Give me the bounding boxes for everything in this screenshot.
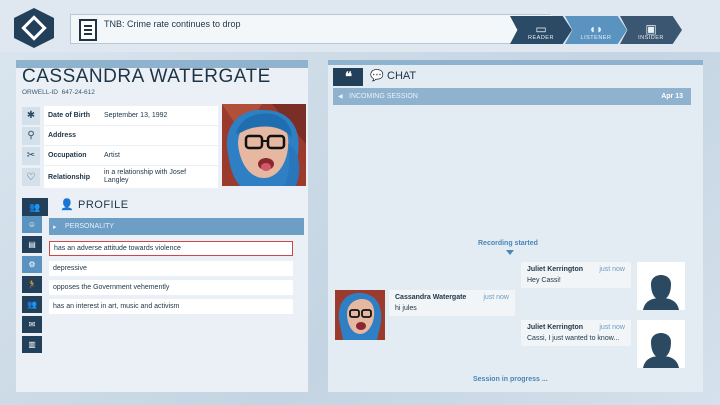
location-pin-icon: ⚲ (22, 126, 40, 145)
info-row-address[interactable]: ⚲ Address (22, 126, 218, 145)
profile-portrait[interactable] (222, 104, 306, 186)
group-icon[interactable]: 👥 (22, 296, 42, 313)
chat-panel-header-bar (328, 60, 703, 65)
session-status: Session in progress ... (473, 376, 548, 383)
chat-message[interactable]: Juliet Kerrington just now Hey Cassi! (521, 262, 631, 288)
chat-panel: ❝ 💬 CHAT INCOMING SESSION Apr 13 Recordi… (328, 60, 703, 392)
person-icon: 👤 (60, 199, 74, 211)
top-bar: TNB: Crime rate continues to drop ▭ READ… (0, 0, 720, 52)
avatar[interactable] (637, 262, 685, 310)
computer-icon: ▣ (645, 22, 657, 36)
gears-icon[interactable]: ⚙ (22, 256, 42, 273)
category-header-personality[interactable]: PERSONALITY (49, 218, 304, 235)
session-bar[interactable]: INCOMING SESSION Apr 13 (333, 88, 691, 105)
mode-reader-button[interactable]: ▭ READER (510, 16, 572, 44)
running-person-icon[interactable]: 🏃 (22, 276, 42, 293)
chat-message[interactable]: Cassandra Watergate just now hi jules (389, 290, 515, 316)
orwell-logo[interactable] (14, 8, 54, 48)
tools-icon: ✂ (22, 146, 40, 165)
profile-section-header: 👥 👤 PROFILE (16, 194, 308, 218)
trait-item[interactable]: depressive (49, 261, 293, 276)
trait-item[interactable]: opposes the Government vehemently (49, 280, 293, 295)
news-ticker[interactable]: TNB: Crime rate continues to drop (70, 14, 570, 44)
avatar[interactable] (335, 290, 385, 340)
people-icon[interactable]: 👥 (22, 198, 48, 216)
session-label: INCOMING SESSION (349, 93, 418, 100)
speech-icon[interactable]: ✉ (22, 316, 42, 333)
chat-bubble-icon: 💬 (370, 70, 384, 82)
book-icon: ▭ (535, 22, 547, 36)
document-icon[interactable]: ▥ (22, 336, 42, 353)
info-row-dob[interactable]: ✱ Date of Birth September 13, 1992 (22, 106, 218, 125)
mode-insider-button[interactable]: ▣ INSIDER (620, 16, 682, 44)
recording-arrow-icon (506, 250, 514, 255)
asterisk-icon: ✱ (22, 106, 40, 125)
headphones-icon: ◖◗ (588, 22, 604, 36)
info-row-relationship[interactable]: ♡ Relationship in a relationship with Jos… (22, 166, 218, 188)
quote-icon[interactable]: ❝ (333, 68, 363, 86)
recording-status: Recording started (478, 240, 538, 247)
orwell-id: ORWELL-ID 647-24-612 (22, 89, 95, 96)
chat-title: CHAT (387, 70, 417, 82)
news-headline: TNB: Crime rate continues to drop (104, 19, 241, 29)
profile-panel: CASSANDRA WATERGATE ORWELL-ID 647-24-612… (16, 60, 308, 392)
chat-message[interactable]: Juliet Kerrington just now Cassi, I just… (521, 320, 631, 346)
personality-icon[interactable]: ☺ (22, 216, 42, 233)
session-date: Apr 13 (661, 93, 683, 100)
trait-item[interactable]: has an interest in art, music and activi… (49, 299, 293, 314)
category-sidebar: ☺ ▤ ⚙ 🏃 👥 ✉ ▥ (22, 216, 44, 362)
person-name: CASSANDRA WATERGATE (22, 66, 271, 87)
mode-listener-button[interactable]: ◖◗ LISTENER (565, 16, 627, 44)
relationship-icon: ♡ (22, 168, 40, 186)
book-icon[interactable]: ▤ (22, 236, 42, 253)
newspaper-icon (79, 19, 97, 41)
avatar[interactable] (637, 320, 685, 368)
trait-item-selected[interactable]: has an adverse attitude towards violence (49, 241, 293, 256)
info-row-occupation[interactable]: ✂ Occupation Artist (22, 146, 218, 165)
